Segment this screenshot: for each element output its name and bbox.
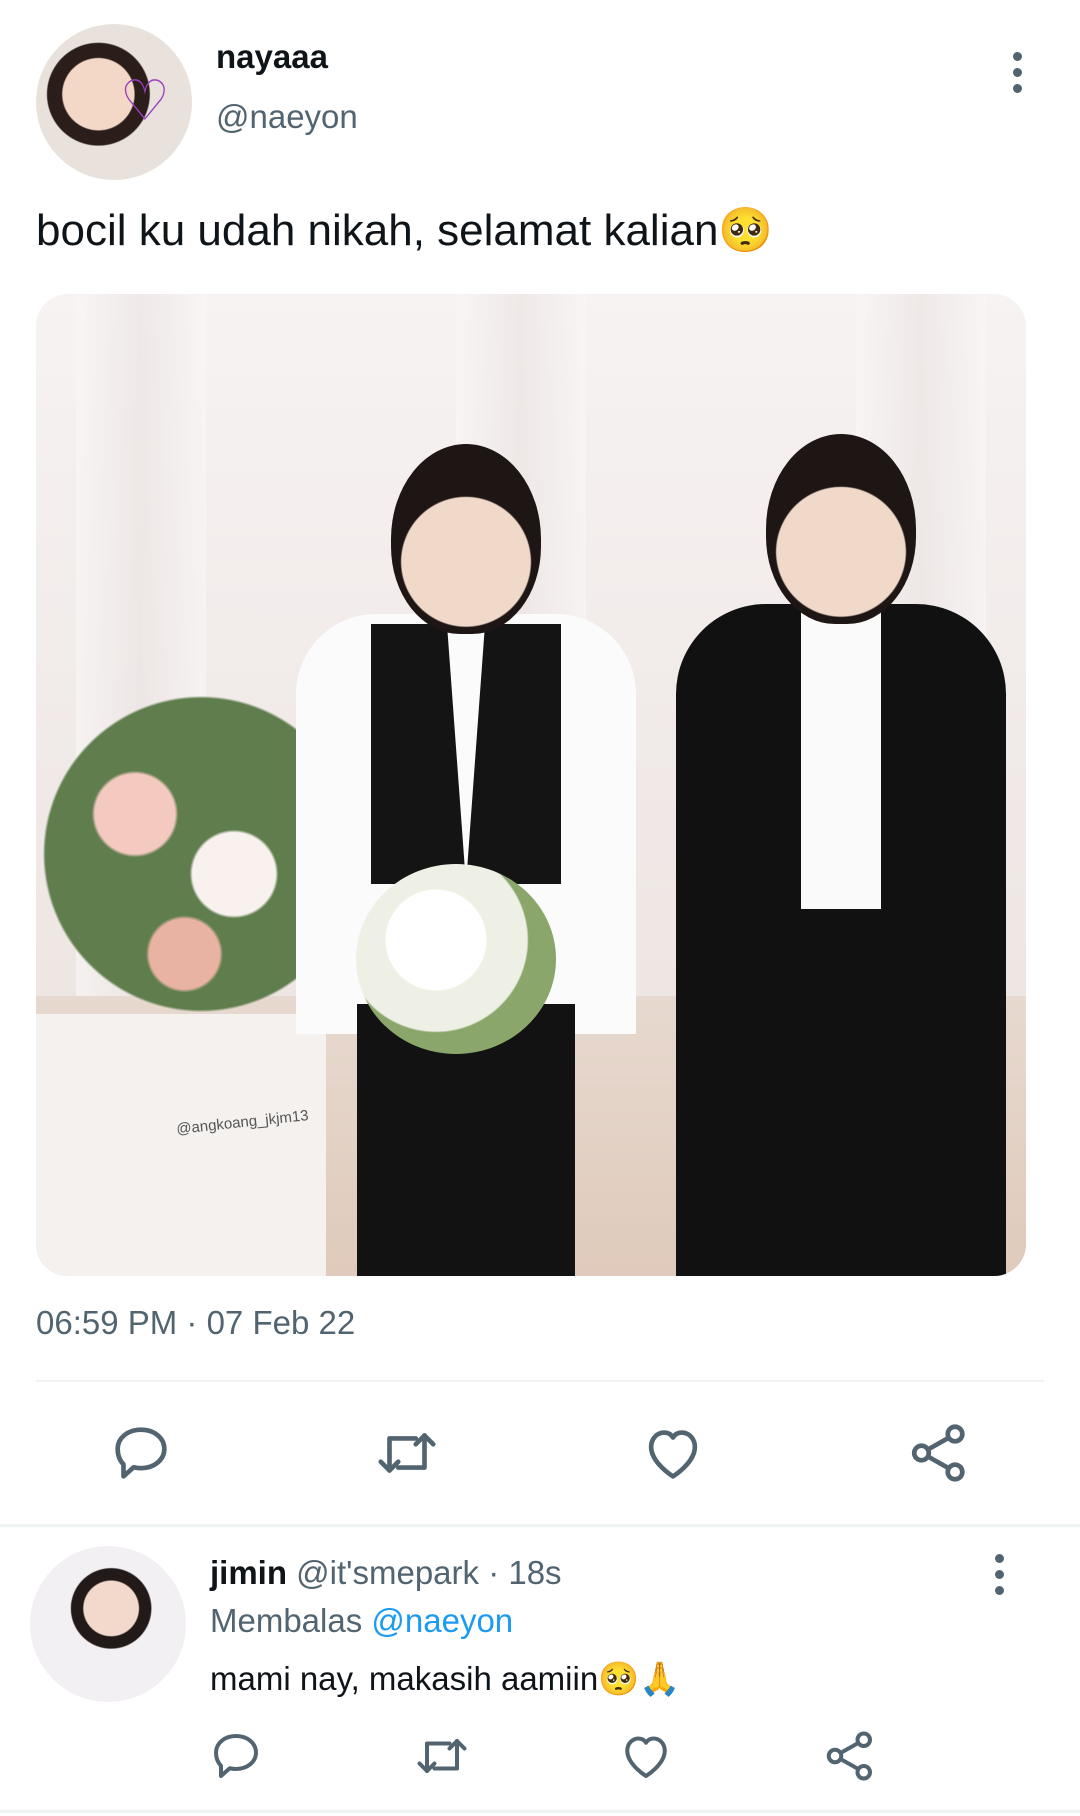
share-icon[interactable] <box>904 1418 974 1488</box>
reply-share-icon[interactable] <box>820 1726 880 1786</box>
reply-author-meta: @it'smepark · 18s <box>287 1554 562 1591</box>
heart-doodle-icon: ♡ <box>119 69 170 134</box>
replying-label: Membalas <box>210 1602 372 1639</box>
thread-divider <box>0 1524 1080 1527</box>
tweet-timestamp[interactable]: 06:59 PM · 07 Feb 22 <box>36 1304 355 1342</box>
author-display-name[interactable]: nayaaa <box>216 38 328 76</box>
reply-retweet-icon[interactable] <box>412 1726 472 1786</box>
divider <box>0 1810 1080 1813</box>
tweet-text: bocil ku udah nikah, selamat kalian🥺 <box>36 206 774 255</box>
tweet-detail-page: ♡ nayaaa @naeyon bocil ku udah nikah, se… <box>0 0 1080 1816</box>
tweet-photo[interactable]: @angkoang_jkjm13 <box>36 294 1026 1276</box>
replying-to: Membalas @naeyon <box>210 1602 513 1640</box>
reply-header: jimin @it'smepark · 18s <box>210 1554 562 1592</box>
reply-author-avatar[interactable] <box>30 1546 186 1702</box>
reply-reply-icon[interactable] <box>206 1726 266 1786</box>
divider <box>36 1380 1044 1382</box>
author-handle[interactable]: @naeyon <box>216 98 358 136</box>
reply-like-icon[interactable] <box>616 1726 676 1786</box>
reply-author-name[interactable]: jimin <box>210 1554 287 1591</box>
reply-icon[interactable] <box>106 1418 176 1488</box>
retweet-icon[interactable] <box>372 1418 442 1488</box>
like-icon[interactable] <box>638 1418 708 1488</box>
more-options-icon[interactable] <box>1004 52 1030 102</box>
reply-text: mami nay, makasih aamiin🥺🙏 <box>210 1660 681 1697</box>
person-right <box>676 434 1006 1276</box>
author-avatar[interactable]: ♡ <box>36 24 192 180</box>
reply-more-options-icon[interactable] <box>986 1554 1012 1604</box>
person-left <box>296 444 636 1276</box>
replying-mention-link[interactable]: @naeyon <box>371 1602 513 1639</box>
